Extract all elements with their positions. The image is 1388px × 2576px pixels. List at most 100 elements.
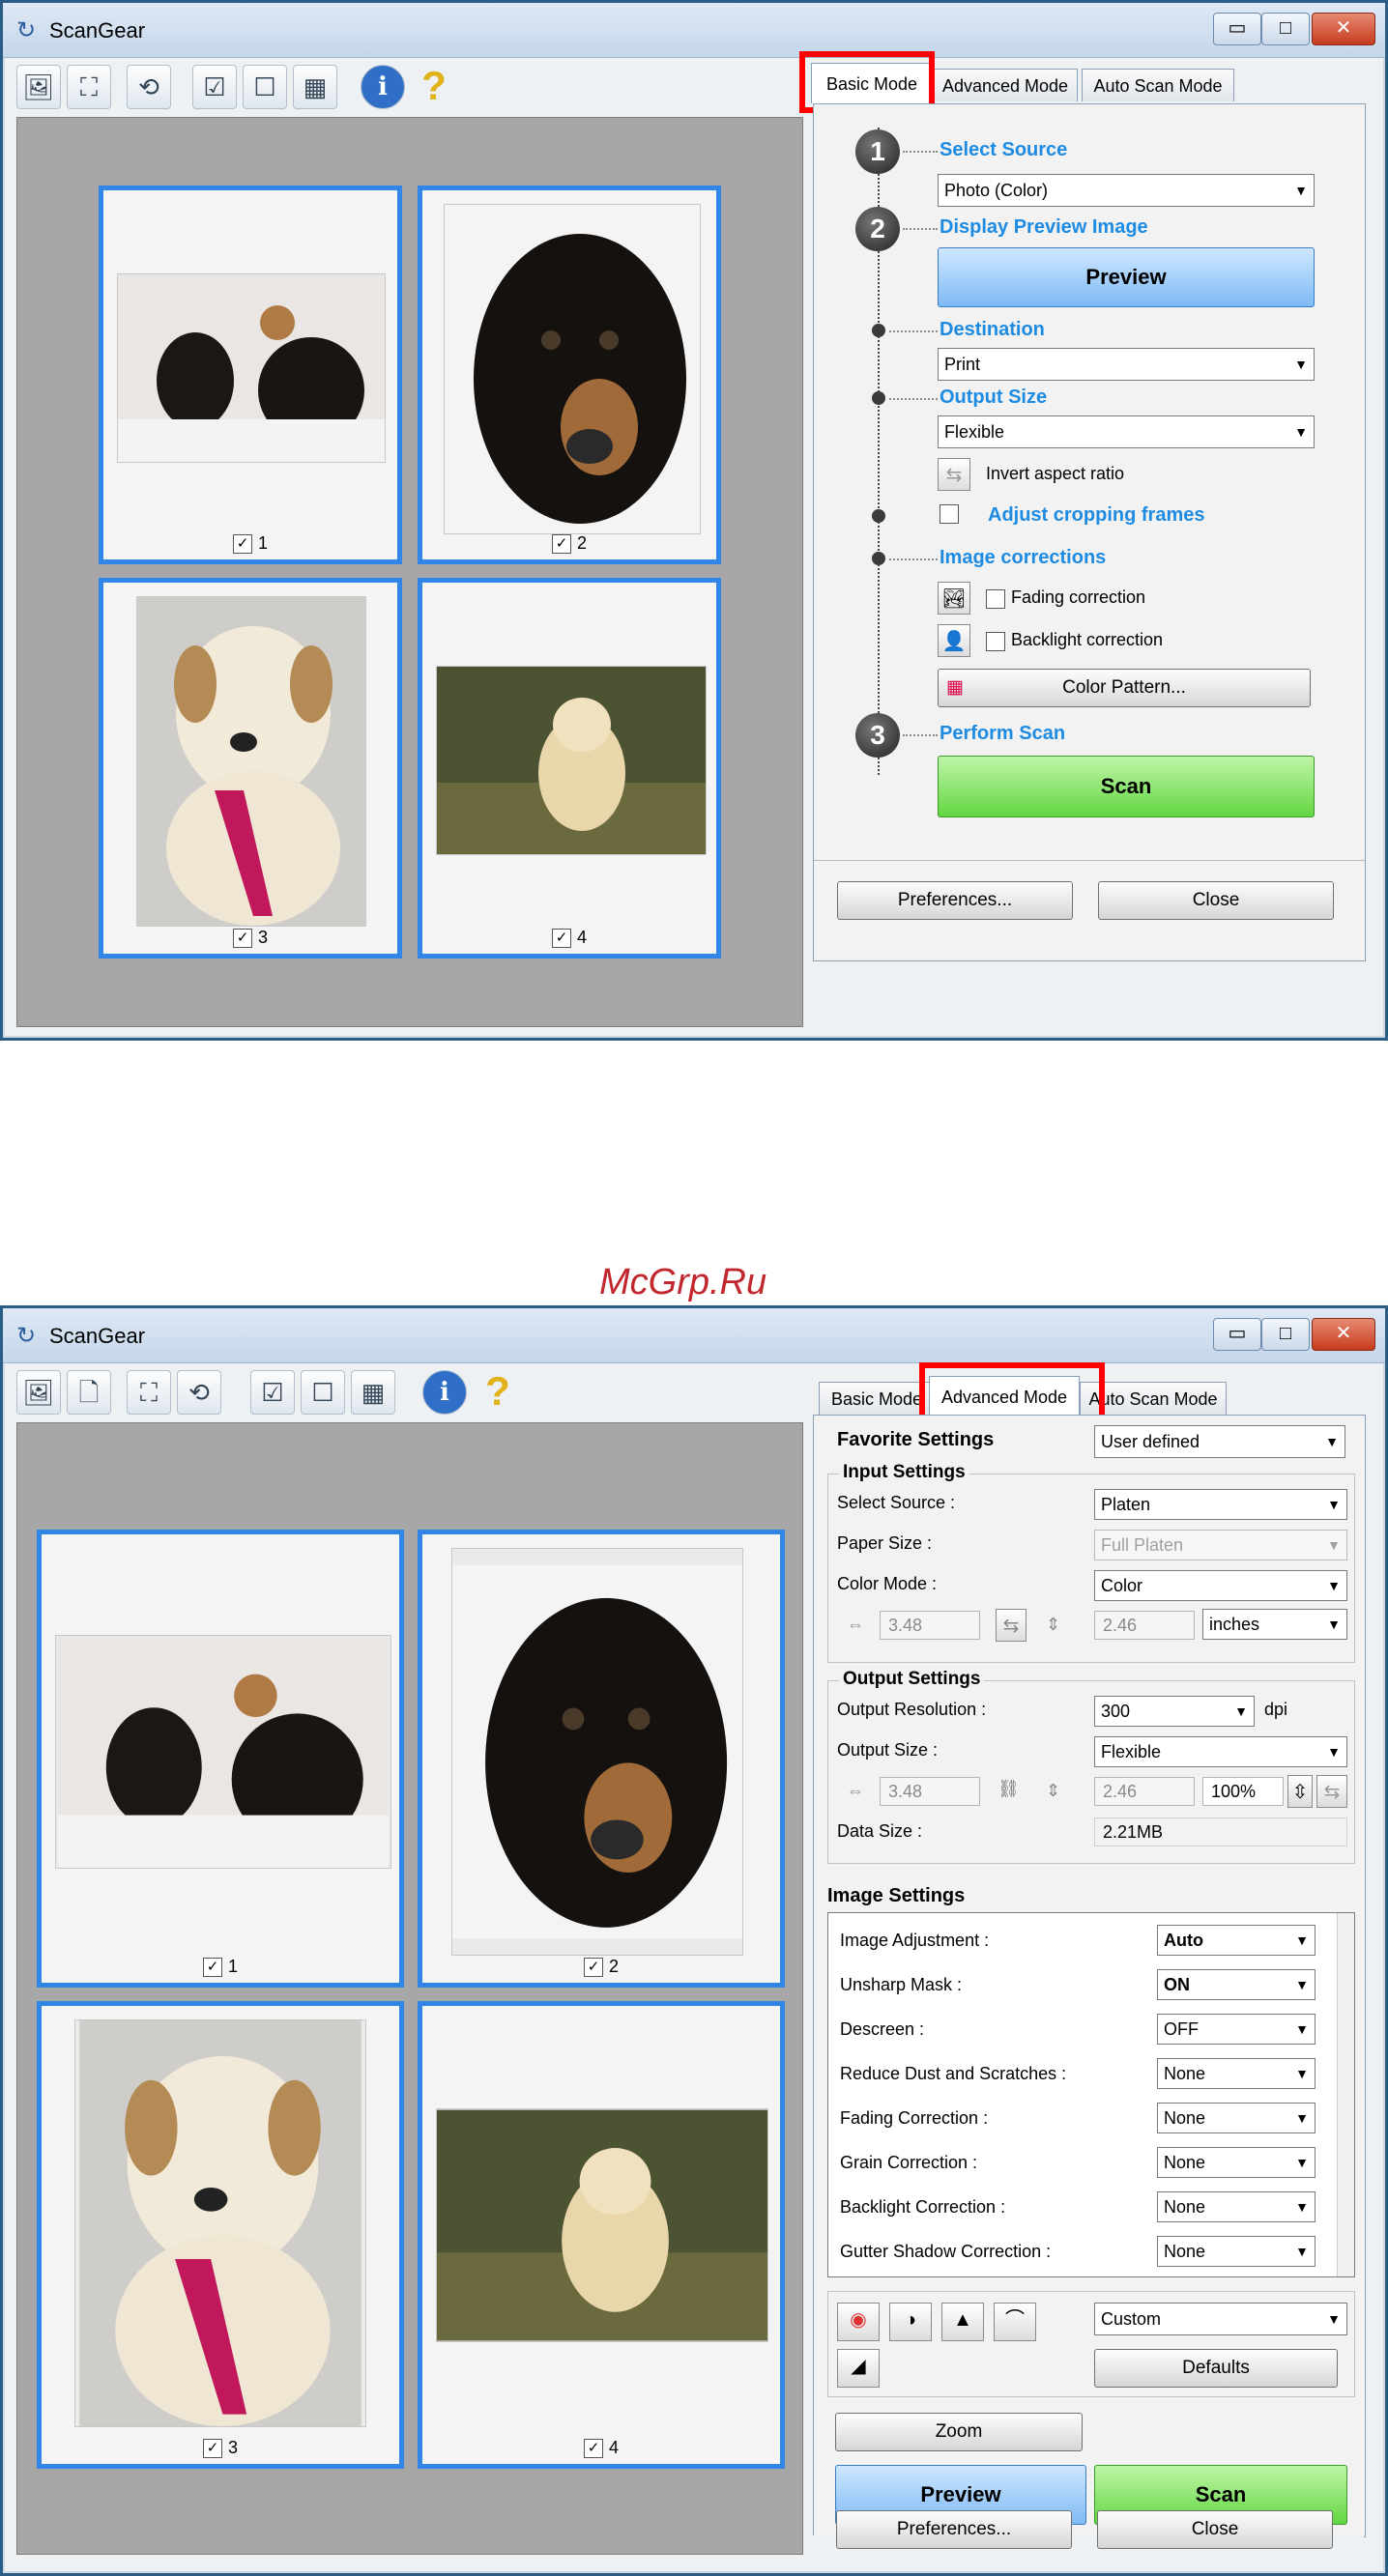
- zoom-button[interactable]: Zoom: [835, 2413, 1083, 2451]
- adjust-cropping-checkbox[interactable]: [940, 504, 959, 524]
- close-button[interactable]: Close: [1098, 881, 1334, 920]
- thumbnail-2[interactable]: ✓ 2: [418, 1530, 785, 1988]
- defaults-button[interactable]: Defaults: [1094, 2349, 1338, 2388]
- swap-dimensions-icon[interactable]: ⇆: [1316, 1775, 1347, 1808]
- select-all-icon[interactable]: ☑: [250, 1370, 295, 1415]
- link-icon[interactable]: ⛓: [998, 1779, 1020, 1799]
- tab-advanced-mode[interactable]: Advanced Mode: [933, 69, 1078, 101]
- favorite-settings-dropdown[interactable]: User defined ▼: [1094, 1425, 1345, 1458]
- thumbnail-1[interactable]: ✓ 1: [37, 1530, 404, 1988]
- gutter-shadow-dropdown[interactable]: None ▼: [1157, 2236, 1316, 2267]
- scale-field[interactable]: 100%: [1202, 1777, 1284, 1806]
- checkbox-icon[interactable]: ✓: [551, 929, 571, 948]
- image-settings-scrollbar[interactable]: [1337, 1913, 1354, 2276]
- title-bar[interactable]: ↻ ScanGear ▭ □ ✕: [3, 3, 1385, 58]
- thumbnail-2[interactable]: ✓ 2: [418, 186, 721, 564]
- close-button[interactable]: Close: [1097, 2510, 1333, 2549]
- maximize-button[interactable]: □: [1261, 1318, 1310, 1351]
- checkbox-icon[interactable]: ✓: [232, 534, 252, 554]
- rotate-icon[interactable]: ⟲: [127, 65, 171, 109]
- dropdown-arrow-icon: ▼: [1295, 1977, 1309, 1992]
- color-balance-icon[interactable]: ◉: [837, 2303, 880, 2341]
- close-window-button[interactable]: ✕: [1312, 13, 1375, 45]
- fading-correction-dropdown[interactable]: None ▼: [1157, 2103, 1316, 2133]
- checkbox-icon[interactable]: ✓: [202, 2439, 222, 2458]
- crop-icon[interactable]: ⛶: [67, 65, 111, 109]
- checkbox-icon[interactable]: ✓: [202, 1958, 222, 1977]
- unsharp-mask-dropdown[interactable]: ON ▼: [1157, 1969, 1316, 2000]
- preferences-button[interactable]: Preferences...: [837, 881, 1073, 920]
- thumbnail-3-checkbox-row[interactable]: ✓ 3: [42, 2438, 399, 2458]
- thumbnail-3[interactable]: ✓ 3: [99, 578, 402, 959]
- minimize-button[interactable]: ▭: [1213, 1318, 1261, 1351]
- preview-area[interactable]: ✓ 1 ✓ 2 ✓ 3 ✓ 4: [16, 117, 803, 1027]
- adjust-cropping-label[interactable]: Adjust cropping frames: [988, 504, 1204, 527]
- tone-curve-icon[interactable]: ⌒: [994, 2303, 1036, 2341]
- thumbnail-2-checkbox-row[interactable]: ✓ 2: [422, 1957, 780, 1977]
- info-icon[interactable]: i: [361, 65, 405, 109]
- multi-crop-icon[interactable]: ▦: [351, 1370, 395, 1415]
- checkbox-icon[interactable]: ✓: [583, 1958, 603, 1977]
- scan-button[interactable]: Scan: [938, 756, 1315, 817]
- help-icon[interactable]: ?: [477, 1370, 519, 1413]
- thumbnail-3[interactable]: ✓ 3: [37, 2001, 404, 2469]
- thumbnail-2-checkbox-row[interactable]: ✓ 2: [422, 533, 716, 554]
- final-review-icon[interactable]: ◢: [837, 2349, 880, 2388]
- thumbnail-1-checkbox-row[interactable]: ✓ 1: [42, 1957, 399, 1977]
- invert-aspect-ratio-icon[interactable]: ⇆: [938, 458, 970, 491]
- preview-area[interactable]: ✓ 1 ✓ 2 ✓ 3 ✓ 4: [16, 1422, 803, 2555]
- tone-preset-dropdown[interactable]: Custom ▼: [1094, 2303, 1347, 2335]
- dropdown-arrow-icon: ▼: [1327, 1578, 1341, 1593]
- select-all-icon[interactable]: ☑: [192, 65, 237, 109]
- swap-dimensions-icon[interactable]: ⇆: [996, 1609, 1027, 1642]
- preferences-button[interactable]: Preferences...: [836, 2510, 1072, 2549]
- backlight-correction-dropdown[interactable]: None ▼: [1157, 2191, 1316, 2222]
- select-source-dropdown[interactable]: Platen ▼: [1094, 1489, 1347, 1520]
- checkbox-icon[interactable]: ✓: [583, 2439, 603, 2458]
- scanner-icon[interactable]: 🖼: [16, 65, 61, 109]
- document-icon[interactable]: 🗋: [67, 1370, 111, 1415]
- output-size-dropdown[interactable]: Flexible ▼: [938, 415, 1315, 448]
- backlight-correction-checkbox[interactable]: [986, 632, 1005, 651]
- reduce-dust-dropdown[interactable]: None ▼: [1157, 2058, 1316, 2089]
- rotate-icon[interactable]: ⟲: [177, 1370, 221, 1415]
- checkbox-icon[interactable]: ✓: [551, 534, 571, 554]
- thumbnail-1-checkbox-row[interactable]: ✓ 1: [103, 533, 397, 554]
- thumbnail-4[interactable]: ✓ 4: [418, 578, 721, 959]
- image-adjustment-dropdown[interactable]: Auto ▼: [1157, 1925, 1316, 1956]
- select-source-dropdown[interactable]: Photo (Color) ▼: [938, 174, 1315, 207]
- deselect-all-icon[interactable]: ☐: [243, 65, 287, 109]
- color-pattern-button[interactable]: ▦ Color Pattern...: [938, 669, 1311, 707]
- thumbnail-4-checkbox-row[interactable]: ✓ 4: [422, 2438, 780, 2458]
- deselect-all-icon[interactable]: ☐: [301, 1370, 345, 1415]
- brightness-contrast-icon[interactable]: ◑: [889, 2303, 932, 2341]
- checkbox-icon[interactable]: ✓: [232, 929, 252, 948]
- crop-icon[interactable]: ⛶: [127, 1370, 171, 1415]
- close-window-button[interactable]: ✕: [1312, 1318, 1375, 1351]
- output-size-dropdown[interactable]: Flexible ▼: [1094, 1736, 1347, 1767]
- multi-crop-icon[interactable]: ▦: [293, 65, 337, 109]
- tab-auto-scan-mode[interactable]: Auto Scan Mode: [1082, 69, 1234, 101]
- color-mode-dropdown[interactable]: Color ▼: [1094, 1570, 1347, 1601]
- scale-spinner-icon[interactable]: ⇳: [1287, 1775, 1313, 1808]
- info-icon[interactable]: i: [422, 1370, 467, 1415]
- scanner-icon[interactable]: 🖼: [16, 1370, 61, 1415]
- destination-dropdown[interactable]: Print ▼: [938, 348, 1315, 381]
- title-bar[interactable]: ↻ ScanGear ▭ □ ✕: [3, 1308, 1385, 1363]
- maximize-button[interactable]: □: [1261, 13, 1310, 45]
- output-resolution-dropdown[interactable]: 300 ▼: [1094, 1696, 1255, 1727]
- thumbnail-4[interactable]: ✓ 4: [418, 2001, 785, 2469]
- minimize-button[interactable]: ▭: [1213, 13, 1261, 45]
- thumbnail-1[interactable]: ✓ 1: [99, 186, 402, 564]
- units-dropdown[interactable]: inches ▼: [1202, 1609, 1347, 1640]
- preview-button[interactable]: Preview: [938, 247, 1315, 307]
- thumbnail-3-checkbox-row[interactable]: ✓ 3: [103, 928, 397, 948]
- histogram-icon[interactable]: ▲: [941, 2303, 984, 2341]
- thumbnail-4-checkbox-row[interactable]: ✓ 4: [422, 928, 716, 948]
- grain-correction-dropdown[interactable]: None ▼: [1157, 2147, 1316, 2178]
- fading-correction-checkbox[interactable]: [986, 589, 1005, 609]
- descreen-dropdown[interactable]: OFF ▼: [1157, 2014, 1316, 2045]
- tab-basic-mode[interactable]: Basic Mode: [819, 1382, 935, 1415]
- help-icon[interactable]: ?: [413, 65, 455, 107]
- backlight-correction-icon: 👤: [938, 624, 970, 657]
